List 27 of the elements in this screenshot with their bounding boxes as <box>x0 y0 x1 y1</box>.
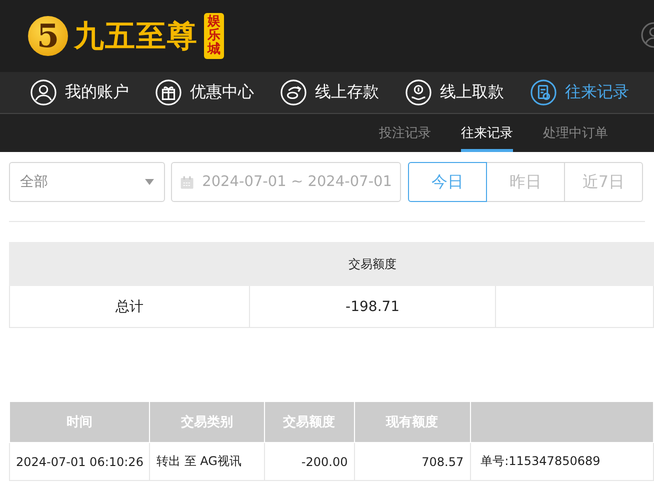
user-icon <box>30 79 57 106</box>
nav-item[interactable]: 线上存款 <box>280 79 379 106</box>
table-cell: 2024-07-01 06:10:26 <box>10 442 150 480</box>
logo-text: 九五至尊 <box>74 18 198 56</box>
nav-item[interactable]: 我的账户 <box>30 79 129 106</box>
date-range-field[interactable]: 2024-07-01 ~ 2024-07-01 <box>171 162 401 202</box>
table-cell: 总计 <box>10 286 250 328</box>
nav-item[interactable]: 往来记录 <box>530 79 629 106</box>
sub-tab[interactable]: 投注记录 <box>379 114 431 152</box>
sub-tab[interactable]: 处理中订单 <box>543 114 608 152</box>
nav-item[interactable]: 线上取款 <box>405 79 504 106</box>
date-preset-button[interactable]: 今日 <box>408 162 487 202</box>
nav-item[interactable]: 优惠中心 <box>155 79 254 106</box>
table-cell: 708.57 <box>354 442 470 480</box>
gift-icon <box>155 79 182 106</box>
calendar-icon <box>180 174 194 190</box>
table-cell: 单号:115347850689 <box>470 442 654 480</box>
table-cell: 转出 至 AG视讯 <box>150 442 264 480</box>
caret-icon <box>145 179 154 185</box>
logo-badge: 娱乐城 <box>204 12 224 60</box>
type-dropdown[interactable]: 全部 <box>9 162 165 202</box>
table-cell: -198.71 <box>249 286 496 328</box>
document-icon <box>530 79 557 106</box>
table-cell: -200.00 <box>264 442 354 480</box>
column-header: 交易额度 <box>249 242 496 286</box>
sub-tab[interactable]: 往来记录 <box>461 114 513 152</box>
logo-mark: 5 <box>28 16 68 56</box>
